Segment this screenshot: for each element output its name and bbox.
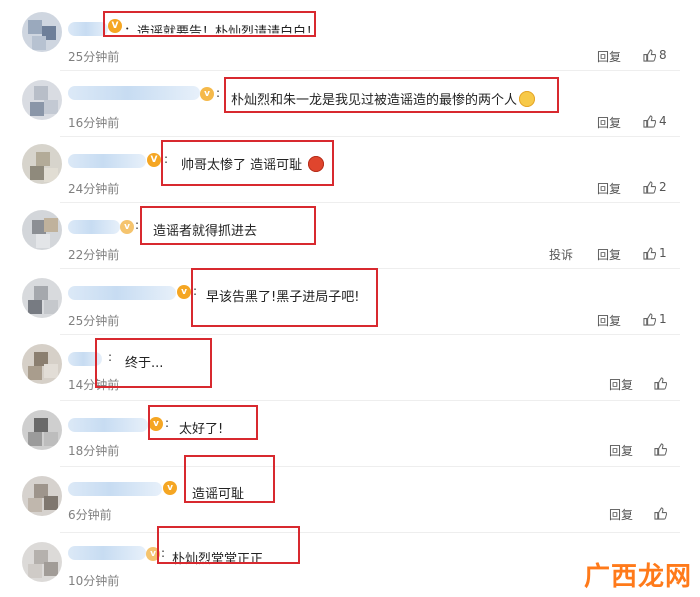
thumbs-up-icon: [643, 181, 657, 194]
reply-button[interactable]: 回复: [597, 180, 621, 197]
reply-button[interactable]: 回复: [597, 246, 621, 263]
comment-item: v : 造谣者就得抓进去 22分钟前 投诉 回复 1: [0, 198, 700, 264]
vip-badge-icon: v: [163, 481, 177, 495]
comment-time: 18分钟前: [68, 444, 120, 458]
like-button[interactable]: 1: [643, 312, 667, 326]
thumbs-up-icon: [643, 247, 657, 260]
comment-item: v 造谣可耻 6分钟前 回复: [0, 455, 700, 528]
watermark-logo: 广西龙网: [583, 562, 692, 592]
comment-item: v : 早该告黑了!黑子进局子吧! 25分钟前 回复 1: [0, 264, 700, 330]
colon-separator: :: [135, 218, 140, 232]
comment-time: 25分钟前: [68, 314, 120, 328]
highlight-box: [148, 405, 258, 440]
like-button[interactable]: 2: [643, 180, 667, 194]
comment-time: 24分钟前: [68, 182, 120, 196]
avatar[interactable]: [22, 344, 62, 384]
comment-item: V : 帅哥太惨了 造谣可耻 24分钟前 回复 2: [0, 132, 700, 198]
highlight-box: [95, 338, 212, 388]
vip-badge-icon: V: [147, 153, 161, 167]
thumbs-up-icon: [643, 313, 657, 326]
vip-badge-icon: v: [177, 285, 191, 299]
reply-button[interactable]: 回复: [597, 48, 621, 65]
thumbs-up-icon: [643, 115, 657, 128]
highlight-box: [103, 11, 316, 37]
comment-item: v : 太好了! 18分钟前 回复: [0, 396, 700, 462]
username-blurred[interactable]: [68, 154, 146, 168]
like-count: 1: [659, 312, 667, 326]
username-blurred[interactable]: [68, 546, 146, 560]
username-blurred[interactable]: [68, 482, 162, 496]
colon-separator: :: [216, 86, 221, 100]
like-button[interactable]: [654, 442, 670, 456]
comment-time: 22分钟前: [68, 248, 120, 262]
like-count: 8: [659, 48, 667, 62]
avatar[interactable]: [22, 144, 62, 184]
thumbs-up-icon: [654, 377, 668, 390]
username-blurred[interactable]: [68, 86, 200, 100]
comment-time: 10分钟前: [68, 574, 120, 588]
comment-time: 6分钟前: [68, 508, 112, 522]
highlight-box: [224, 77, 559, 113]
avatar[interactable]: [22, 542, 62, 582]
thumbs-up-icon: [654, 443, 668, 456]
comment-time: 25分钟前: [68, 50, 120, 64]
comment-item: v : 朴灿烈和朱一龙是我见过被造谣造的最惨的两个人 16分钟前 回复 4: [0, 66, 700, 132]
reply-button[interactable]: 回复: [597, 114, 621, 131]
like-count: 1: [659, 246, 667, 260]
comment-time: 16分钟前: [68, 116, 120, 130]
avatar[interactable]: [22, 278, 62, 318]
username-blurred[interactable]: [68, 418, 148, 432]
vip-badge-icon: v: [120, 220, 134, 234]
comment-item: V ：造谣就要告！朴灿烈请请白白！ 25分钟前 回复 8: [0, 0, 700, 66]
username-blurred[interactable]: [68, 220, 120, 234]
like-button[interactable]: [654, 506, 670, 520]
avatar[interactable]: [22, 12, 62, 52]
like-button[interactable]: 4: [643, 114, 667, 128]
username-blurred[interactable]: [68, 286, 176, 300]
like-count: 4: [659, 114, 667, 128]
highlight-box: [157, 526, 300, 564]
avatar[interactable]: [22, 410, 62, 450]
like-button[interactable]: 8: [643, 48, 667, 62]
like-count: 2: [659, 180, 667, 194]
thumbs-up-icon: [643, 49, 657, 62]
reply-button[interactable]: 回复: [597, 312, 621, 329]
comment-item: : 终于... 14分钟前 回复: [0, 330, 700, 396]
reply-button[interactable]: 回复: [609, 376, 633, 393]
like-button[interactable]: 1: [643, 246, 667, 260]
highlight-box: [184, 455, 275, 503]
highlight-box: [140, 206, 316, 245]
reply-button[interactable]: 回复: [609, 442, 633, 459]
avatar[interactable]: [22, 210, 62, 250]
highlight-box: [191, 268, 378, 327]
reply-button[interactable]: 回复: [609, 506, 633, 523]
avatar[interactable]: [22, 80, 62, 120]
like-button[interactable]: [654, 376, 670, 390]
avatar[interactable]: [22, 476, 62, 516]
thumbs-up-icon: [654, 507, 668, 520]
highlight-box: [161, 140, 334, 186]
vip-badge-icon: v: [200, 87, 214, 101]
username-blurred[interactable]: [68, 22, 108, 36]
report-button[interactable]: 投诉: [549, 246, 573, 263]
